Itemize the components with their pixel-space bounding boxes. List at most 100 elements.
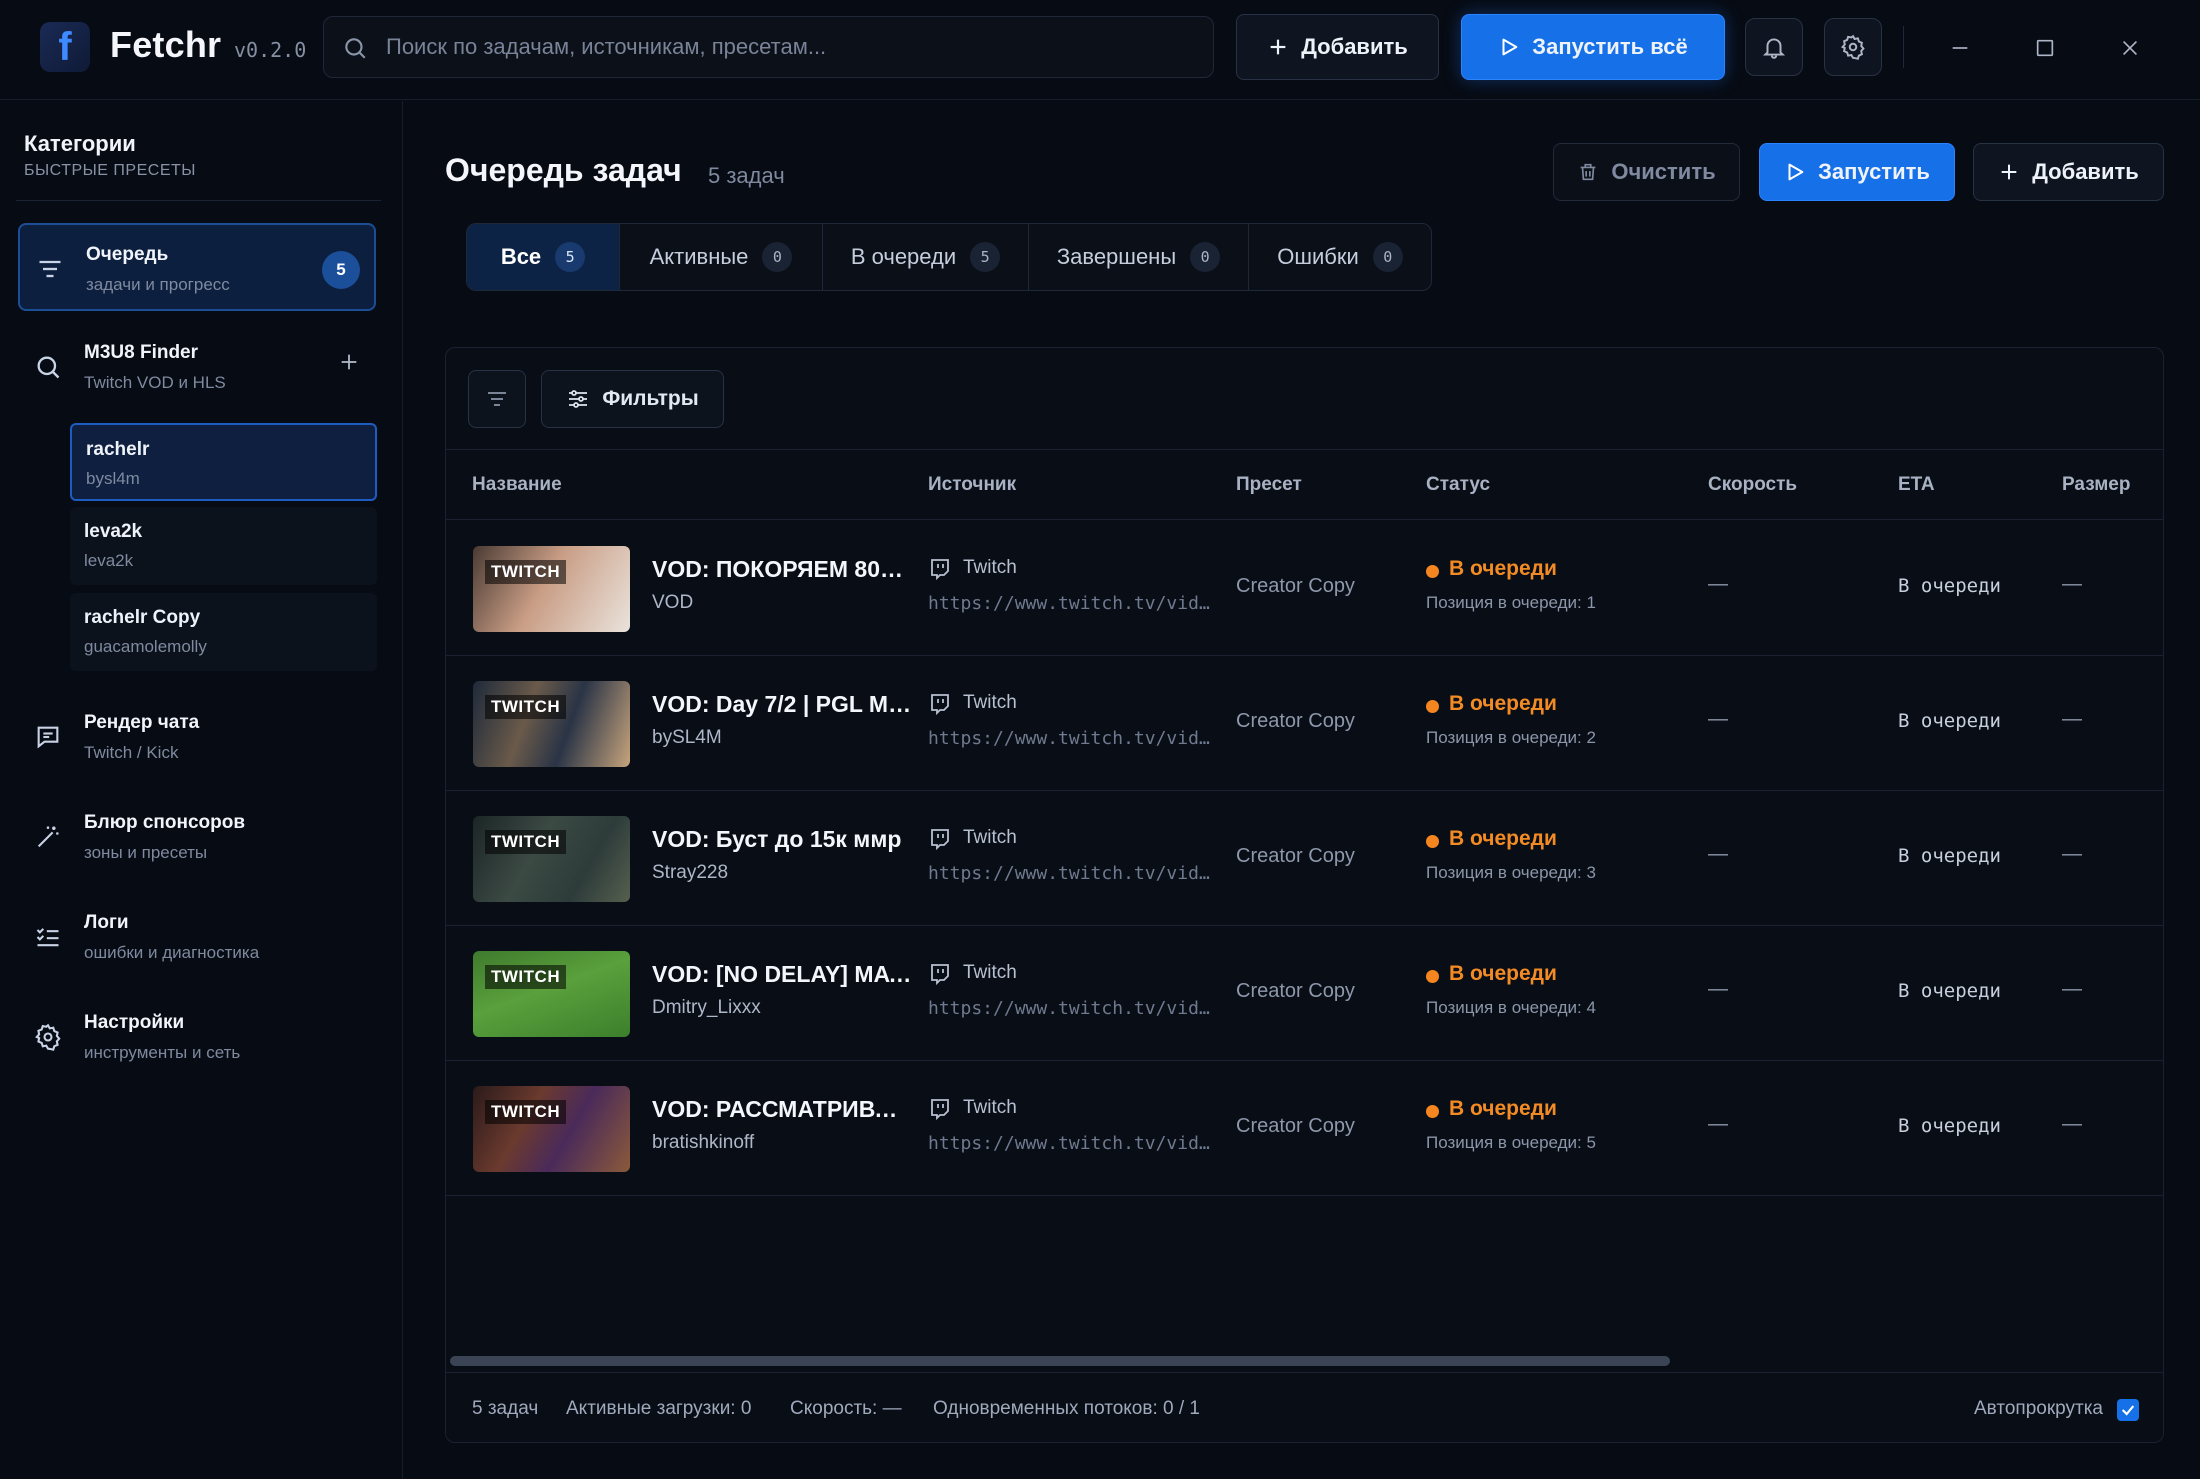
add-task-button[interactable]: Добавить xyxy=(1236,14,1439,80)
task-preset: Creator Copy xyxy=(1236,1115,1355,1137)
title-bar: f Fetchr v0.2.0 Добавить Запустить всё xyxy=(0,0,2200,100)
task-channel: Stray228 xyxy=(652,862,729,883)
maximize-button[interactable] xyxy=(2025,28,2065,68)
source-url[interactable]: https://www.twitch.tv/videos xyxy=(928,998,1210,1019)
add-label: Добавить xyxy=(2032,159,2139,184)
task-channel: VOD xyxy=(652,592,694,613)
tab-queued[interactable]: В очереди 5 xyxy=(823,224,1029,290)
preset-item[interactable]: rachelr Copy guacamolemolly xyxy=(70,593,377,671)
trash-icon xyxy=(1577,161,1599,183)
task-size: — xyxy=(2062,843,2082,865)
task-size: — xyxy=(2062,708,2082,730)
clear-button[interactable]: Очистить xyxy=(1553,143,1740,201)
run-button[interactable]: Запустить xyxy=(1759,143,1955,201)
table-row[interactable]: TWITCH VOD: ПОКОРЯЕМ 8000 ЭЛО VOD Twitch… xyxy=(446,521,2163,656)
tab-count: 0 xyxy=(1372,242,1403,272)
sort-button[interactable] xyxy=(468,370,526,428)
table-row[interactable]: TWITCH VOD: [NO DELAY] MATCH Dmitry_Lixx… xyxy=(446,926,2163,1061)
task-title: VOD: ПОКОРЯЕМ 8000 ЭЛО xyxy=(652,556,912,582)
column-header-name[interactable]: Название xyxy=(472,474,562,496)
video-thumbnail: TWITCH xyxy=(473,546,630,632)
sidebar-item-desc: ошибки и диагностика xyxy=(84,943,260,962)
column-header-eta[interactable]: ETA xyxy=(1898,474,1935,496)
sidebar-item-chat-render[interactable]: Рендер чата Twitch / Kick xyxy=(18,693,376,781)
settings-button[interactable] xyxy=(1824,18,1882,76)
gear-icon xyxy=(32,1021,64,1053)
task-eta: В очереди xyxy=(1898,575,2001,597)
play-icon xyxy=(1784,161,1806,183)
footer-active-downloads: Активные загрузки: 0 xyxy=(566,1398,752,1419)
source-url[interactable]: https://www.twitch.tv/videos xyxy=(928,593,1210,614)
status-label: В очереди xyxy=(1449,1097,1557,1120)
twitch-icon xyxy=(928,692,952,716)
preset-name: rachelr Copy xyxy=(84,607,201,628)
global-search[interactable] xyxy=(323,16,1214,78)
column-header-status[interactable]: Статус xyxy=(1426,474,1490,496)
column-header-speed[interactable]: Скорость xyxy=(1708,474,1797,496)
source-url[interactable]: https://www.twitch.tv/videos xyxy=(928,728,1210,749)
list-check-icon xyxy=(32,921,64,953)
status-label: В очереди xyxy=(1449,557,1557,580)
task-preset: Creator Copy xyxy=(1236,845,1355,867)
tab-active[interactable]: Активные 0 xyxy=(620,224,823,290)
sidebar-title: Категории xyxy=(24,131,136,156)
sidebar-item-sponsor-blur[interactable]: Блюр спонсоров зоны и пресеты xyxy=(18,793,376,881)
app-logo: f xyxy=(40,22,90,72)
tab-label: Ошибки xyxy=(1277,244,1359,269)
table-toolbar: Фильтры xyxy=(446,348,2163,450)
status-dot xyxy=(1426,565,1439,578)
run-all-button[interactable]: Запустить всё xyxy=(1461,14,1725,80)
table-row[interactable]: TWITCH VOD: РАССМАТРИВАЕМ bratishkinoff … xyxy=(446,1061,2163,1196)
sidebar-item-desc: инструменты и сеть xyxy=(84,1043,241,1062)
footer-speed: Скорость: — xyxy=(790,1398,902,1419)
preset-item[interactable]: rachelr bysl4m xyxy=(70,423,377,501)
tab-count: 5 xyxy=(555,242,586,272)
source-url[interactable]: https://www.twitch.tv/videos xyxy=(928,863,1210,884)
sidebar-item-m3u8-finder[interactable]: M3U8 Finder Twitch VOD и HLS xyxy=(18,323,376,411)
queue-table-panel: Фильтры Название Источник Пресет Статус … xyxy=(445,347,2164,1443)
tab-count: 5 xyxy=(970,242,1001,272)
add-button[interactable]: Добавить xyxy=(1973,143,2164,201)
horizontal-scrollbar[interactable] xyxy=(450,1356,2161,1366)
table-row[interactable]: TWITCH VOD: Day 7/2 | PGL Major bySL4M T… xyxy=(446,656,2163,791)
tab-completed[interactable]: Завершены 0 xyxy=(1029,224,1249,290)
sidebar-item-label: Блюр спонсоров xyxy=(84,812,246,833)
page-title: Очередь задач xyxy=(445,152,682,188)
task-speed: — xyxy=(1708,843,1728,865)
video-thumbnail: TWITCH xyxy=(473,951,630,1037)
twitch-thumb-label: TWITCH xyxy=(485,830,567,854)
chat-icon xyxy=(32,721,64,753)
add-preset-button[interactable] xyxy=(334,347,364,377)
tab-label: Все xyxy=(500,244,542,269)
close-button[interactable] xyxy=(2110,28,2150,68)
status-dot xyxy=(1426,700,1439,713)
tab-all[interactable]: Все 5 xyxy=(467,224,620,290)
column-header-size[interactable]: Размер xyxy=(2062,474,2130,496)
column-header-source[interactable]: Источник xyxy=(928,474,1016,496)
task-title: VOD: Буст до 15к ммр xyxy=(652,826,902,852)
scrollbar-thumb[interactable] xyxy=(450,1356,1670,1366)
filters-button[interactable]: Фильтры xyxy=(541,370,724,428)
source-url[interactable]: https://www.twitch.tv/videos xyxy=(928,1133,1210,1154)
sidebar-item-settings[interactable]: Настройки инструменты и сеть xyxy=(18,993,376,1081)
table-row[interactable]: TWITCH VOD: Буст до 15к ммр Stray228 Twi… xyxy=(446,791,2163,926)
queue-position: Позиция в очереди: 1 xyxy=(1426,593,1596,612)
tab-count: 0 xyxy=(762,242,793,272)
filters-label: Фильтры xyxy=(602,387,699,410)
preset-item[interactable]: leva2k leva2k xyxy=(70,507,377,585)
task-eta: В очереди xyxy=(1898,845,2001,867)
task-channel: bySL4M xyxy=(652,727,722,748)
sidebar-item-logs[interactable]: Логи ошибки и диагностика xyxy=(18,893,376,981)
task-channel: bratishkinoff xyxy=(652,1132,755,1153)
autoscroll-checkbox[interactable] xyxy=(2117,1399,2139,1421)
tab-errors[interactable]: Ошибки 0 xyxy=(1249,224,1431,290)
column-header-preset[interactable]: Пресет xyxy=(1236,474,1302,496)
search-input[interactable] xyxy=(386,17,1196,77)
task-speed: — xyxy=(1708,1113,1728,1135)
sidebar-item-queue[interactable]: Очередь задачи и прогресс 5 xyxy=(18,223,376,311)
twitch-thumb-label: TWITCH xyxy=(485,1100,567,1124)
notifications-button[interactable] xyxy=(1745,18,1803,76)
preset-user: guacamolemolly xyxy=(84,637,207,656)
sidebar-divider xyxy=(16,200,381,201)
minimize-button[interactable] xyxy=(1940,28,1980,68)
